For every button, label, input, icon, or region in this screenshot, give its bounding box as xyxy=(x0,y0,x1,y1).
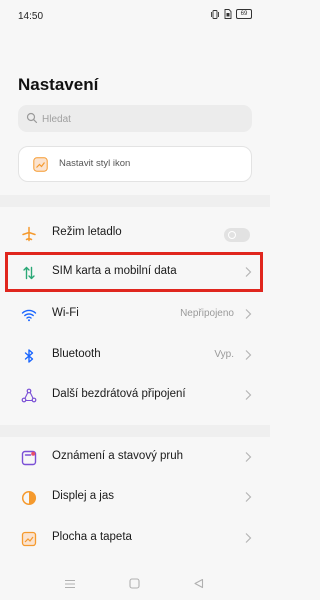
connections-icon xyxy=(21,388,37,403)
row-value: Nepřipojeno xyxy=(180,308,234,319)
chevron-right-icon xyxy=(245,452,252,462)
navigation-bar xyxy=(0,568,270,600)
row-display-brightness[interactable]: Displej a jas xyxy=(0,478,270,516)
icon-style-label: Nastavit styl ikon xyxy=(59,158,131,169)
row-label: Další bezdrátová připojení xyxy=(52,388,186,400)
home-icon[interactable] xyxy=(129,576,140,594)
chevron-right-icon xyxy=(245,309,252,319)
airplane-icon xyxy=(22,226,36,242)
display-icon xyxy=(21,490,37,506)
chevron-right-icon xyxy=(245,533,252,543)
chevron-right-icon xyxy=(245,390,252,400)
row-label: Displej a jas xyxy=(52,490,114,502)
row-home-wallpaper[interactable]: Plocha a tapeta xyxy=(0,519,270,557)
row-label: Wi-Fi xyxy=(52,307,79,319)
bluetooth-icon xyxy=(24,349,34,363)
search-icon xyxy=(26,112,38,124)
row-bluetooth[interactable]: Bluetooth Vyp. xyxy=(0,336,270,374)
back-icon[interactable] xyxy=(193,576,204,594)
row-other-wireless[interactable]: Další bezdrátová připojení xyxy=(0,376,270,414)
row-value: Vyp. xyxy=(214,349,234,360)
notification-icon xyxy=(21,450,37,466)
row-airplane-mode[interactable]: Režim letadlo xyxy=(0,214,270,252)
battery-icon: 69 xyxy=(236,9,252,19)
wifi-icon xyxy=(21,309,37,322)
chevron-right-icon xyxy=(245,492,252,502)
wallpaper-icon xyxy=(21,531,37,547)
row-notifications[interactable]: Oznámení a stavový pruh xyxy=(0,438,270,476)
sim-status-icon xyxy=(224,9,232,19)
menu-icon[interactable] xyxy=(64,576,76,594)
row-label: Oznámení a stavový pruh xyxy=(52,450,184,462)
page-title: Nastavení xyxy=(18,75,99,94)
row-wifi[interactable]: Wi-Fi Nepřipojeno xyxy=(0,295,270,333)
row-label: Režim letadlo xyxy=(52,226,122,238)
row-label: Bluetooth xyxy=(52,348,101,360)
icon-style-card[interactable]: Nastavit styl ikon xyxy=(18,146,252,182)
row-label: Plocha a tapeta xyxy=(52,531,132,543)
search-input[interactable] xyxy=(40,105,244,134)
status-time: 14:50 xyxy=(18,11,44,22)
section-divider xyxy=(0,195,270,207)
icon-style-icon xyxy=(33,157,48,172)
highlight-box xyxy=(5,252,263,292)
status-bar: 14:50 69 xyxy=(0,0,270,34)
search-bar[interactable] xyxy=(18,105,252,134)
status-icons: 69 xyxy=(210,9,252,19)
vibrate-icon xyxy=(211,9,219,19)
chevron-right-icon xyxy=(245,350,252,360)
section-divider xyxy=(0,425,270,437)
airplane-toggle[interactable] xyxy=(224,228,250,242)
toggle-knob xyxy=(228,231,236,239)
